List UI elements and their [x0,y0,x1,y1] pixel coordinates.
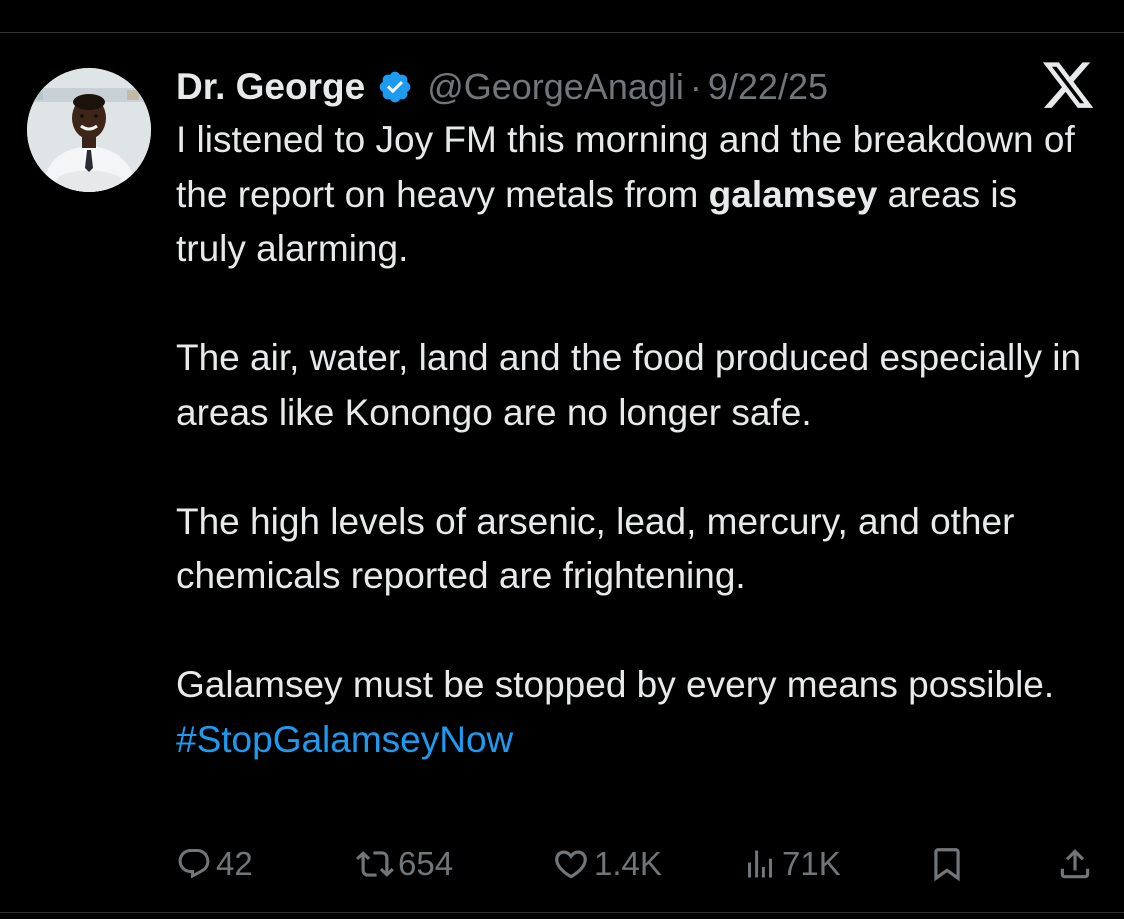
repost-button[interactable]: 654 [356,838,453,890]
handle[interactable]: @GeorgeAnagli [427,66,684,108]
bookmark-icon [928,845,966,883]
tweet-date[interactable]: 9/22/25 [708,66,828,108]
verified-badge-icon [377,69,413,105]
separator-dot: · [689,66,702,107]
share-icon [1056,845,1094,883]
tweet-text: I listened to Joy FM this morning and th… [176,113,1096,767]
share-button[interactable] [1056,838,1094,890]
reply-count: 42 [216,845,253,882]
bookmark-button[interactable] [928,838,966,890]
view-count: 71K [782,845,841,882]
tweet-header: Dr. George @GeorgeAnagli · 9/22/25 [176,62,828,112]
views-button[interactable]: 71K [742,838,841,890]
bottom-divider [0,912,1124,913]
repost-count: 654 [398,845,454,882]
like-button[interactable]: 1.4K [552,838,662,890]
tweet-bold-word: galamsey [708,173,878,215]
action-bar: 42 654 1.4K 71K [0,838,1124,890]
heart-icon [552,845,590,883]
avatar[interactable] [27,68,151,192]
views-chart-icon [742,846,778,882]
tweet-paragraph-2: The air, water, land and the food produc… [176,337,1082,433]
hashtag-link[interactable]: #StopGalamseyNow [176,719,513,760]
tweet-paragraph-3: The high levels of arsenic, lead, mercur… [176,500,1015,597]
repost-icon [356,845,394,883]
tweet-text-part: Galamsey must be stopped by every means … [176,664,1055,705]
reply-button[interactable]: 42 [176,838,253,890]
x-logo-icon[interactable] [1040,62,1096,114]
top-divider [0,32,1124,33]
reply-icon [176,846,212,882]
display-name[interactable]: Dr. George [176,66,365,108]
tweet-paragraph-1: I listened to Joy FM this morning and th… [176,113,1096,277]
like-count: 1.4K [594,845,662,882]
tweet-paragraph-4: Galamsey must be stopped by every means … [176,658,1096,767]
